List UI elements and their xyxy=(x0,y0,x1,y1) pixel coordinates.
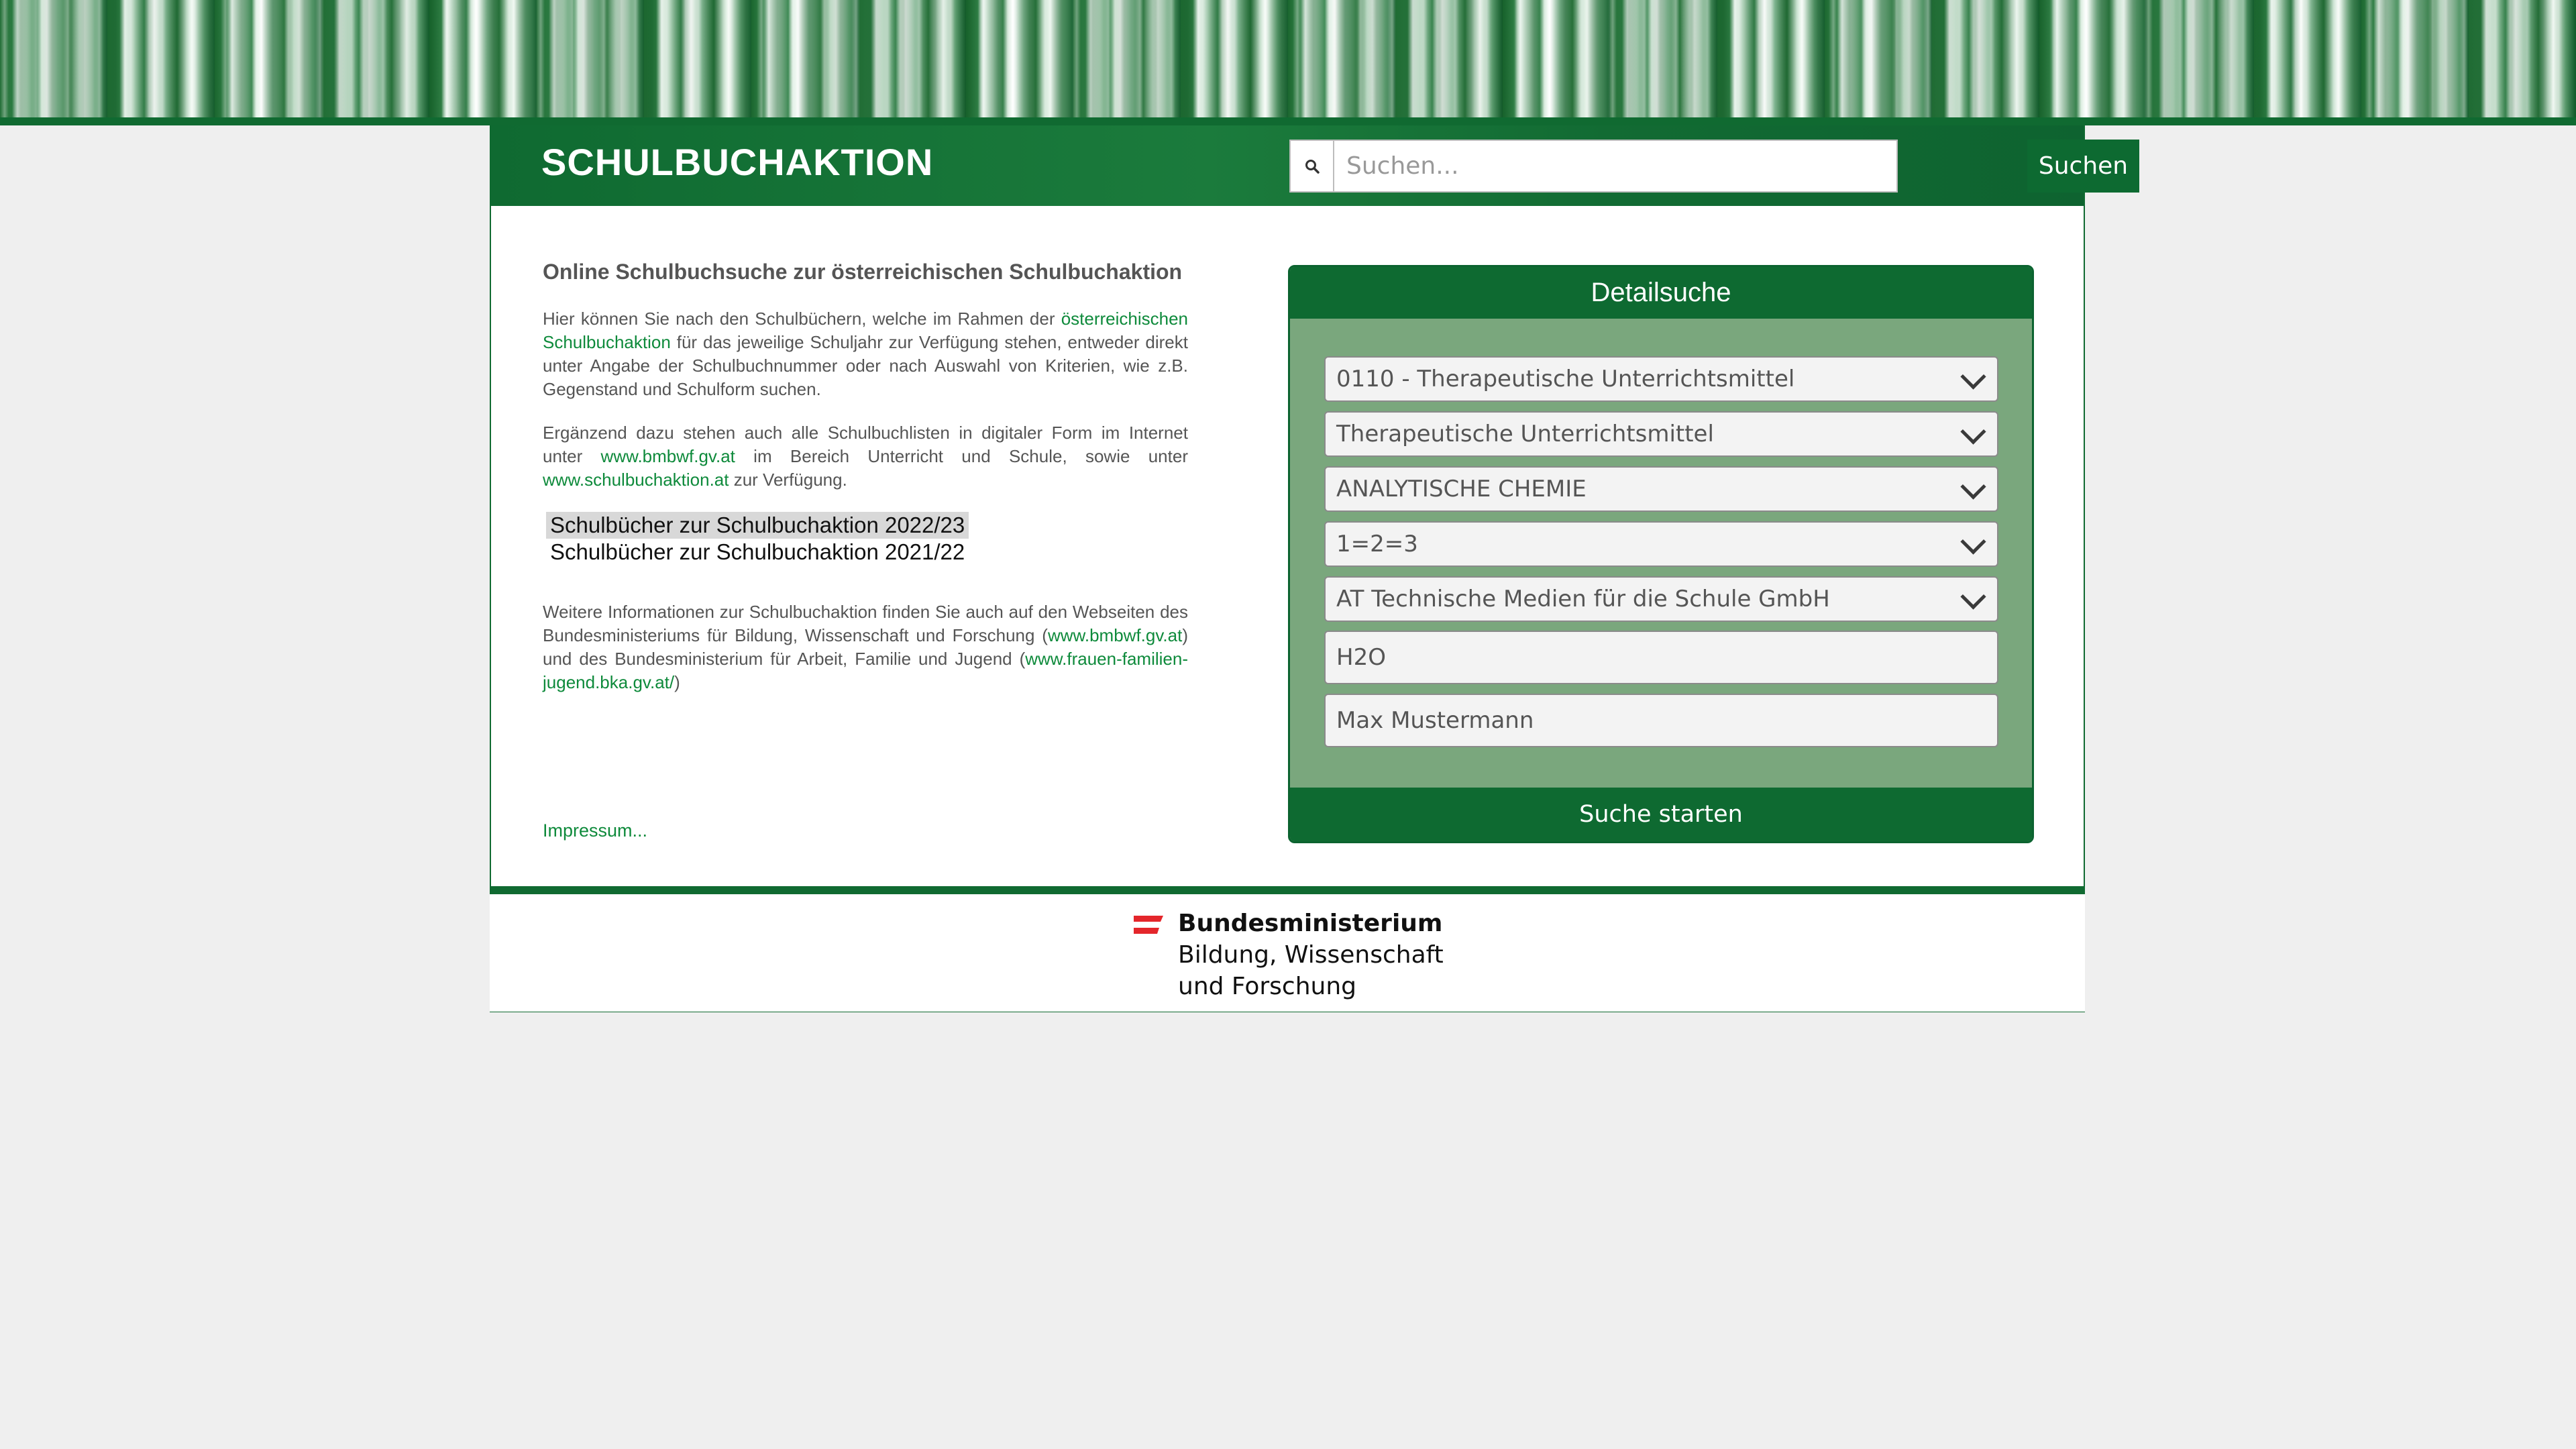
ministry-logo-text[interactable]: Bundesministerium Bildung, Wissenschaft … xyxy=(1178,908,1444,1002)
title-field[interactable] xyxy=(1324,631,1998,684)
schulbuchaktion-at-link[interactable]: www.schulbuchaktion.at xyxy=(543,470,729,490)
footer-divider xyxy=(490,886,2085,894)
select-schulstufe[interactable]: 1=2=3 xyxy=(1324,521,1998,567)
footer: Bundesministerium Bildung, Wissenschaft … xyxy=(490,894,2085,1012)
text: zur Verfügung. xyxy=(729,470,847,490)
text: Hier können Sie nach den Schulbüchern, w… xyxy=(543,309,1061,329)
select-gegenstand[interactable]: Therapeutische Unterrichtsmittel xyxy=(1324,411,1998,457)
banner-divider xyxy=(0,117,2576,125)
list-link-2021-22[interactable]: Schulbücher zur Schulbuchaktion 2021/22 xyxy=(546,539,969,566)
select-gegenstand-code[interactable]: 0110 - Therapeutische Unterrichtsmittel xyxy=(1324,356,1998,402)
detail-search-title: Detailsuche xyxy=(1290,267,2032,319)
bmbwf-link-2[interactable]: www.bmbwf.gv.at xyxy=(1048,625,1182,645)
start-search-button[interactable]: Suche starten xyxy=(1290,788,2032,841)
ministry-line-2: Bildung, Wissenschaft xyxy=(1178,941,1444,969)
intro-paragraph-1: Hier können Sie nach den Schulbüchern, w… xyxy=(543,307,1188,401)
select-value: 0110 - Therapeutische Unterrichtsmittel xyxy=(1336,366,1795,392)
austria-flag-icon xyxy=(1134,916,1163,934)
search-input[interactable] xyxy=(1334,140,1898,193)
list-link-2022-23[interactable]: Schulbücher zur Schulbuchaktion 2022/23 xyxy=(546,512,969,539)
header-banner-image xyxy=(0,0,2576,117)
chevron-down-icon xyxy=(1960,364,1986,390)
site-title[interactable]: SCHULBUCHAKTION xyxy=(541,140,933,184)
impressum-link[interactable]: Impressum... xyxy=(543,820,647,841)
select-value: Therapeutische Unterrichtsmittel xyxy=(1336,421,1714,447)
chevron-down-icon xyxy=(1960,529,1986,555)
select-verlag[interactable]: AT Technische Medien für die Schule GmbH xyxy=(1324,576,1998,622)
search-icon xyxy=(1289,140,1334,193)
select-value: AT Technische Medien für die Schule GmbH xyxy=(1336,586,1830,612)
schoolbook-lists: Schulbücher zur Schulbuchaktion 2022/23 … xyxy=(546,512,1188,566)
author-field[interactable] xyxy=(1324,694,1998,747)
select-schulform[interactable]: ANALYTISCHE CHEMIE xyxy=(1324,466,1998,512)
search-button[interactable]: Suchen xyxy=(2027,140,2139,193)
text: im Bereich Unterricht und Schule, sowie … xyxy=(735,446,1188,466)
main-container: SCHULBUCHAKTION Suchen Online Schulbuchs… xyxy=(490,125,2139,1012)
intro-title: Online Schulbuchsuche zur österreichisch… xyxy=(543,260,1183,284)
text: ) xyxy=(674,672,680,692)
select-value: ANALYTISCHE CHEMIE xyxy=(1336,476,1587,502)
intro-section: Online Schulbuchsuche zur österreichisch… xyxy=(543,260,1188,714)
select-value: 1=2=3 xyxy=(1336,531,1418,557)
detail-search-panel: Detailsuche 0110 - Therapeutische Unterr… xyxy=(1288,265,2034,843)
ministry-line-1: Bundesministerium xyxy=(1178,910,1443,937)
chevron-down-icon xyxy=(1960,474,1986,500)
ministry-line-3: und Forschung xyxy=(1178,973,1357,1000)
bmbwf-link[interactable]: www.bmbwf.gv.at xyxy=(601,446,735,466)
intro-paragraph-2: Ergänzend dazu stehen auch alle Schulbuc… xyxy=(543,421,1188,492)
intro-paragraph-3: Weitere Informationen zur Schulbuchaktio… xyxy=(543,600,1188,694)
chevron-down-icon xyxy=(1960,584,1986,610)
chevron-down-icon xyxy=(1960,419,1986,445)
site-header: SCHULBUCHAKTION Suchen xyxy=(491,125,2139,206)
